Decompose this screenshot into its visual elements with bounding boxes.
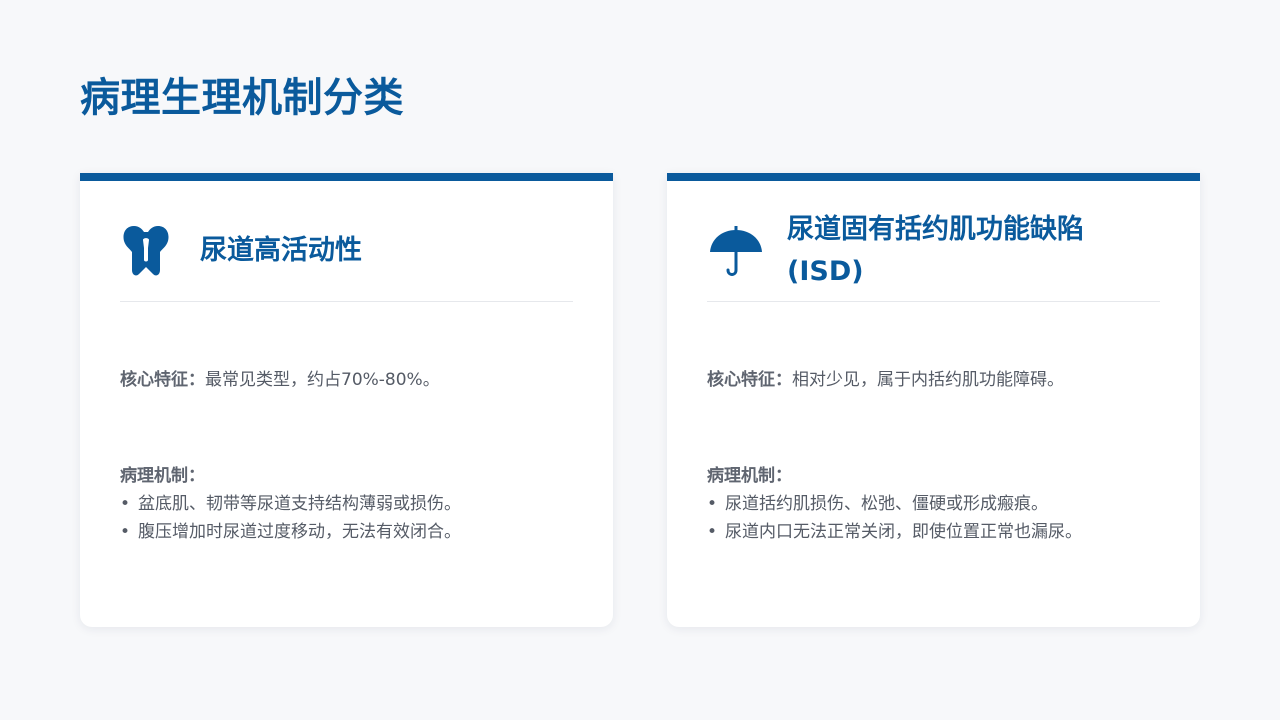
- umbrella-icon: [707, 222, 765, 280]
- core-feature-label: 核心特征：: [120, 370, 205, 390]
- core-feature-text: 相对少见，属于内括约肌功能障碍。: [792, 370, 1064, 390]
- card-isd: 尿道固有括约肌功能缺陷 (ISD) 核心特征：相对少见，属于内括约肌功能障碍。 …: [667, 173, 1200, 627]
- mechanism-label: 病理机制：: [707, 466, 792, 486]
- mechanism-list: 尿道括约肌损伤、松弛、僵硬或形成瘢痕。 尿道内口无法正常关闭，即使位置正常也漏尿…: [707, 490, 1170, 546]
- list-item: 尿道括约肌损伤、松弛、僵硬或形成瘢痕。: [707, 490, 1170, 518]
- page-title: 病理生理机制分类: [80, 75, 404, 121]
- bladder-icon: [120, 222, 178, 280]
- card-body: 核心特征：相对少见，属于内括约肌功能障碍。 病理机制： 尿道括约肌损伤、松弛、僵…: [707, 366, 1170, 546]
- card-header: 尿道固有括约肌功能缺陷 (ISD): [707, 201, 1160, 302]
- list-item: 盆底肌、韧带等尿道支持结构薄弱或损伤。: [120, 490, 583, 518]
- core-feature: 核心特征：相对少见，属于内括约肌功能障碍。: [707, 366, 1170, 394]
- list-item: 尿道内口无法正常关闭，即使位置正常也漏尿。: [707, 518, 1170, 546]
- core-feature: 核心特征：最常见类型，约占70%-80%。: [120, 366, 583, 394]
- mechanism-list: 盆底肌、韧带等尿道支持结构薄弱或损伤。 腹压增加时尿道过度移动，无法有效闭合。: [120, 490, 583, 546]
- card-urethral-hypermobility: 尿道高活动性 核心特征：最常见类型，约占70%-80%。 病理机制： 盆底肌、韧…: [80, 173, 613, 627]
- card-title: 尿道固有括约肌功能缺陷 (ISD): [787, 214, 1084, 287]
- list-item: 腹压增加时尿道过度移动，无法有效闭合。: [120, 518, 583, 546]
- card-header: 尿道高活动性: [120, 201, 573, 302]
- core-feature-label: 核心特征：: [707, 370, 792, 390]
- mechanism-label: 病理机制：: [120, 466, 205, 486]
- core-feature-text: 最常见类型，约占70%-80%。: [205, 370, 440, 390]
- card-title: 尿道高活动性: [200, 235, 362, 266]
- card-body: 核心特征：最常见类型，约占70%-80%。 病理机制： 盆底肌、韧带等尿道支持结…: [120, 366, 583, 546]
